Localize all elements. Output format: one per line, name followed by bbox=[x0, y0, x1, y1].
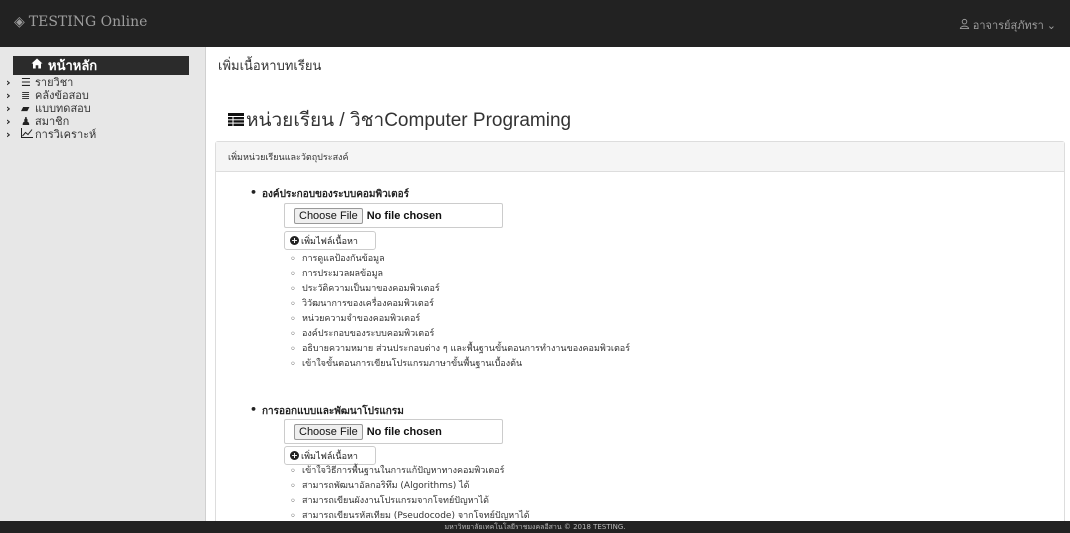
user-icon bbox=[959, 18, 970, 32]
table-icon bbox=[228, 110, 244, 131]
course-title-text: หน่วยเรียน / วิชาComputer Programing bbox=[246, 110, 572, 131]
sidebar-item-home[interactable]: หน้าหลัก bbox=[13, 56, 189, 75]
sidebar-menu: › ☰ รายวิชา › ≣ คลังข้อสอบ › ▰ แบบทดสอบ … bbox=[6, 76, 201, 141]
user-menu[interactable]: อาจารย์สุภัทรา ⌄ bbox=[959, 16, 1056, 34]
sidebar-item-label: การวิเคราะห์ bbox=[35, 128, 97, 141]
chevron-right-icon: › bbox=[6, 115, 11, 128]
unit-title: องค์ประกอบของระบบคอมพิวเตอร์ bbox=[250, 186, 409, 202]
sidebar-home-label: หน้าหลัก bbox=[48, 59, 98, 74]
file-status: No file chosen bbox=[366, 209, 442, 222]
list-item: เข้าใจวิธีการพื้นฐานในการแก้ปัญหาทางคอมพ… bbox=[290, 464, 530, 479]
sidebar-item-courses[interactable]: › ☰ รายวิชา bbox=[6, 76, 201, 89]
sidebar-item-analysis[interactable]: › การวิเคราะห์ bbox=[6, 128, 201, 141]
sidebar-item-members[interactable]: › ♟ สมาชิก bbox=[6, 115, 201, 128]
list-icon: ☰ bbox=[21, 76, 31, 89]
list-item: สามารถพัฒนาอัลกอริทึม (Algorithms) ได้ bbox=[290, 479, 530, 494]
chevron-down-icon: ⌄ bbox=[1046, 18, 1056, 32]
add-button-label: เพิ่มไฟล์เนื้อหา bbox=[301, 451, 358, 462]
sidebar-item-question-bank[interactable]: › ≣ คลังข้อสอบ bbox=[6, 89, 201, 102]
unit-panel: เพิ่มหน่วยเรียนและวัตถุประสงค์ องค์ประกอ… bbox=[215, 141, 1065, 521]
sidebar-item-label: รายวิชา bbox=[35, 76, 74, 89]
brand-link[interactable]: ◈ TESTING Online bbox=[14, 14, 147, 30]
unit-title: การออกแบบและพัฒนาโปรแกรม bbox=[250, 403, 404, 419]
sidebar: หน้าหลัก › ☰ รายวิชา › ≣ คลังข้อสอบ › ▰ … bbox=[0, 47, 206, 521]
chevron-right-icon: › bbox=[6, 102, 11, 115]
chevron-right-icon: › bbox=[6, 89, 11, 102]
list-item: การดูแลป้องกันข้อมูล bbox=[290, 252, 630, 267]
choose-file-button[interactable]: Choose File bbox=[294, 207, 363, 224]
main-content: เพิ่มเนื้อหาบทเรียน หน่วยเรียน / วิชาCom… bbox=[206, 47, 1070, 521]
page-title: เพิ่มเนื้อหาบทเรียน bbox=[218, 59, 322, 74]
sidebar-item-tests[interactable]: › ▰ แบบทดสอบ bbox=[6, 102, 201, 115]
user-name: อาจารย์สุภัทรา bbox=[972, 19, 1044, 32]
course-title: หน่วยเรียน / วิชาComputer Programing bbox=[228, 105, 571, 135]
list-item: เข้าใจขั้นตอนการเขียนโปรแกรมภาษาขั้นพื้น… bbox=[290, 357, 630, 372]
chevron-right-icon: › bbox=[6, 76, 11, 89]
database-icon: ≣ bbox=[21, 89, 31, 102]
chevron-right-icon: › bbox=[6, 128, 11, 141]
sidebar-item-label: คลังข้อสอบ bbox=[35, 89, 89, 102]
layers-icon: ◈ bbox=[14, 14, 25, 30]
list-item: หน่วยความจำของคอมพิวเตอร์ bbox=[290, 312, 630, 327]
users-icon: ♟ bbox=[21, 115, 31, 128]
topic-list: การดูแลป้องกันข้อมูล การประมวลผลข้อมูล ป… bbox=[290, 252, 630, 372]
list-item: วิวัฒนาการของเครื่องคอมพิวเตอร์ bbox=[290, 297, 630, 312]
list-item: อธิบายความหมาย ส่วนประกอบต่าง ๆ และพื้นฐ… bbox=[290, 342, 630, 357]
add-button-label: เพิ่มไฟล์เนื้อหา bbox=[301, 236, 358, 247]
list-item: สามารถเขียนผังงานโปรแกรมจากโจทย์ปัญหาได้ bbox=[290, 494, 530, 509]
sidebar-item-label: แบบทดสอบ bbox=[35, 102, 91, 115]
plus-circle-icon: + bbox=[290, 236, 299, 245]
list-item: สามารถเขียนรหัสเทียม (Pseudocode) จากโจท… bbox=[290, 509, 530, 521]
home-icon bbox=[31, 58, 43, 73]
plus-circle-icon: + bbox=[290, 451, 299, 460]
chart-icon bbox=[21, 128, 35, 141]
list-item: ประวัติความเป็นมาของคอมพิวเตอร์ bbox=[290, 282, 630, 297]
file-input[interactable]: Choose File No file chosen bbox=[284, 419, 503, 444]
list-item: องค์ประกอบของระบบคอมพิวเตอร์ bbox=[290, 327, 630, 342]
file-input[interactable]: Choose File No file chosen bbox=[284, 203, 503, 228]
file-status: No file chosen bbox=[366, 425, 442, 438]
add-content-file-button[interactable]: + เพิ่มไฟล์เนื้อหา bbox=[284, 231, 376, 250]
list-item: การประมวลผลข้อมูล bbox=[290, 267, 630, 282]
book-icon: ▰ bbox=[21, 102, 30, 115]
choose-file-button[interactable]: Choose File bbox=[294, 423, 363, 440]
brand-label: TESTING Online bbox=[28, 14, 148, 30]
footer: มหาวิทยาลัยเทคโนโลยีราชมงคลอีสาน © 2018 … bbox=[0, 521, 1070, 533]
add-content-file-button[interactable]: + เพิ่มไฟล์เนื้อหา bbox=[284, 446, 376, 465]
panel-heading: เพิ่มหน่วยเรียนและวัตถุประสงค์ bbox=[216, 142, 1064, 172]
top-navbar: ◈ TESTING Online อาจารย์สุภัทรา ⌄ bbox=[0, 0, 1070, 47]
topic-list: เข้าใจวิธีการพื้นฐานในการแก้ปัญหาทางคอมพ… bbox=[290, 464, 530, 521]
sidebar-item-label: สมาชิก bbox=[35, 115, 70, 128]
